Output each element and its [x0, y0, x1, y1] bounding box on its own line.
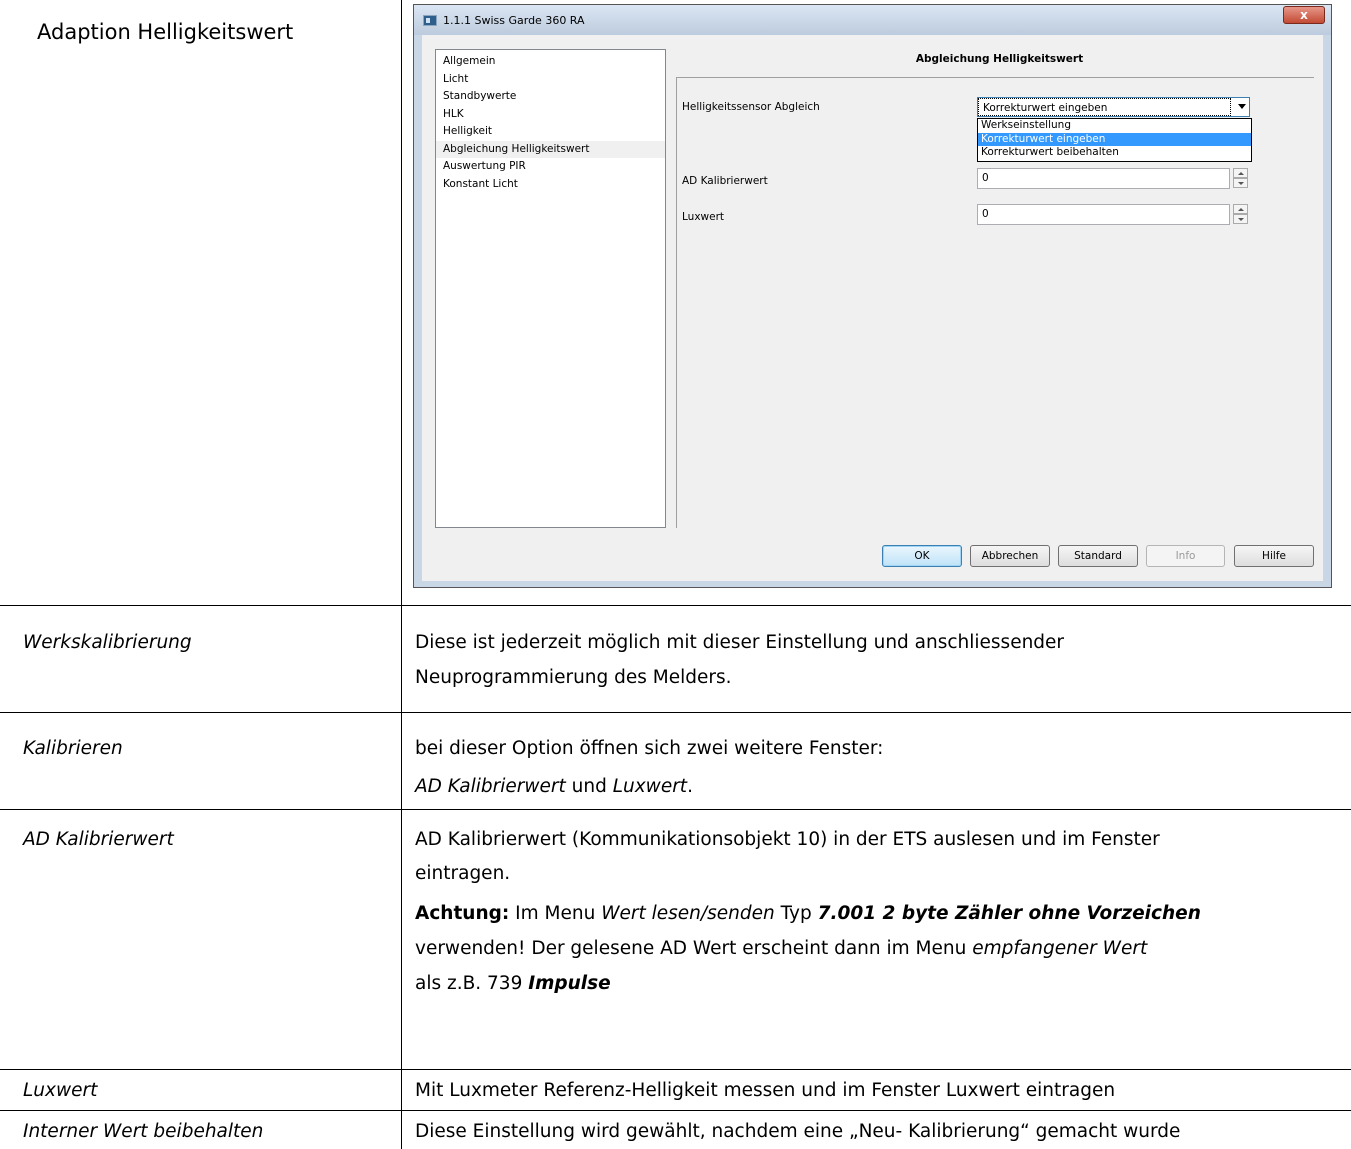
- warning-text: Achtung: Im Menu Wert lesen/senden Typ 7…: [415, 897, 1340, 930]
- tree-item-licht[interactable]: Licht: [436, 71, 665, 89]
- spin-up-icon[interactable]: [1233, 204, 1248, 214]
- row-text: bei dieser Option öffnen sich zwei weite…: [415, 738, 884, 759]
- select-value: Korrekturwert eingeben: [978, 98, 1231, 116]
- row-text: eintragen.: [415, 863, 511, 884]
- sensor-abgleich-select[interactable]: Korrekturwert eingeben: [977, 97, 1250, 117]
- row-label-kalibrieren: Kalibrieren: [23, 738, 123, 759]
- ad-kalibrierwert-input[interactable]: 0: [977, 168, 1230, 189]
- row-text: Neuprogrammierung des Melders.: [415, 667, 732, 688]
- emphasis-text: Luxwert: [612, 776, 688, 797]
- unit-name: Impulse: [528, 973, 611, 994]
- row-divider: [0, 605, 1351, 606]
- row-text: Mit Luxmeter Referenz-Helligkeit messen …: [415, 1080, 1116, 1101]
- warning-label: Achtung:: [415, 903, 510, 924]
- help-button[interactable]: Hilfe: [1234, 545, 1314, 567]
- option-korrekturwert-beibehalten[interactable]: Korrekturwert beibehalten: [978, 146, 1251, 160]
- luxwert-spinner[interactable]: [1233, 204, 1250, 225]
- row-divider: [0, 712, 1351, 713]
- row-divider: [0, 1110, 1351, 1111]
- app-icon: [423, 15, 437, 26]
- emphasis-text: AD Kalibrierwert: [415, 776, 566, 797]
- plain-text: Typ: [774, 903, 818, 924]
- plain-text: Im Menu: [509, 903, 602, 924]
- row-divider: [0, 1069, 1351, 1070]
- tree-item-standbywerte[interactable]: Standbywerte: [436, 88, 665, 106]
- ad-kalibrierwert-spinner[interactable]: [1233, 168, 1250, 189]
- row-label-werkskalibrierung: Werkskalibrierung: [23, 632, 192, 653]
- cancel-button[interactable]: Abbrechen: [970, 545, 1050, 567]
- row-label-luxwert: Luxwert: [23, 1080, 98, 1101]
- column-divider: [401, 0, 402, 1149]
- parameter-tree[interactable]: Allgemein Licht Standbywerte HLK Helligk…: [435, 49, 666, 528]
- ets-dialog-window: 1.1.1 Swiss Garde 360 RA x Allgemein Lic…: [413, 4, 1332, 588]
- sensor-abgleich-label: Helligkeitssensor Abgleich: [682, 101, 820, 113]
- panel-title: Abgleichung Helligkeitswert: [915, 53, 1084, 65]
- spin-down-icon[interactable]: [1233, 214, 1248, 224]
- tree-item-helligkeit[interactable]: Helligkeit: [436, 123, 665, 141]
- plain-text: verwenden! Der gelesene AD Wert erschein…: [415, 938, 973, 959]
- row-text: Diese Einstellung wird gewählt, nachdem …: [415, 1121, 1181, 1142]
- type-name: 7.001 2 byte Zähler ohne Vorzeichen: [817, 903, 1201, 924]
- tree-item-auswertung-pir[interactable]: Auswertung PIR: [436, 158, 665, 176]
- window-title: 1.1.1 Swiss Garde 360 RA: [443, 14, 585, 27]
- row-divider: [0, 809, 1351, 810]
- row-label-interner-wert: Interner Wert beibehalten: [23, 1121, 264, 1142]
- luxwert-input[interactable]: 0: [977, 204, 1230, 225]
- ad-kalibrierwert-label: AD Kalibrierwert: [682, 175, 768, 187]
- menu-name: Wert lesen/senden: [601, 903, 775, 924]
- tree-item-allgemein[interactable]: Allgemein: [436, 53, 665, 71]
- section-title: Adaption Helligkeitswert: [37, 20, 294, 44]
- row-text: AD Kalibrierwert (Kommunikationsobjekt 1…: [415, 829, 1160, 850]
- row-text: AD Kalibrierwert und Luxwert.: [415, 770, 1340, 803]
- row-label-ad-kalibrierwert: AD Kalibrierwert: [23, 829, 174, 850]
- row-text: als z.B. 739 Impulse: [415, 967, 1340, 1000]
- row-text: verwenden! Der gelesene AD Wert erschein…: [415, 932, 1340, 965]
- chevron-down-icon[interactable]: [1238, 104, 1246, 109]
- ok-button[interactable]: OK: [882, 545, 962, 567]
- option-korrekturwert-eingeben[interactable]: Korrekturwert eingeben: [978, 132, 1251, 147]
- plain-text: .: [687, 776, 693, 797]
- luxwert-label: Luxwert: [682, 211, 725, 223]
- spin-down-icon[interactable]: [1233, 178, 1248, 188]
- plain-text: und: [565, 776, 613, 797]
- dialog-client-area: Allgemein Licht Standbywerte HLK Helligk…: [422, 35, 1323, 581]
- row-text: Diese ist jederzeit möglich mit dieser E…: [415, 632, 1065, 653]
- title-bar[interactable]: 1.1.1 Swiss Garde 360 RA x: [414, 5, 1331, 35]
- tree-item-konstant-licht[interactable]: Konstant Licht: [436, 176, 665, 194]
- menu-name: empfangener Wert: [972, 938, 1148, 959]
- tree-item-abgleichung-helligkeitswert[interactable]: Abgleichung Helligkeitswert: [436, 140, 665, 158]
- standard-button[interactable]: Standard: [1058, 545, 1138, 567]
- info-button[interactable]: Info: [1146, 545, 1225, 567]
- sensor-abgleich-dropdown: Werkseinstellung Korrekturwert eingeben …: [977, 118, 1252, 162]
- option-werkseinstellung[interactable]: Werkseinstellung: [978, 119, 1251, 133]
- close-button[interactable]: x: [1283, 6, 1325, 24]
- plain-text: als z.B. 739: [415, 973, 529, 994]
- tree-item-hlk[interactable]: HLK: [436, 106, 665, 124]
- spin-up-icon[interactable]: [1233, 168, 1248, 178]
